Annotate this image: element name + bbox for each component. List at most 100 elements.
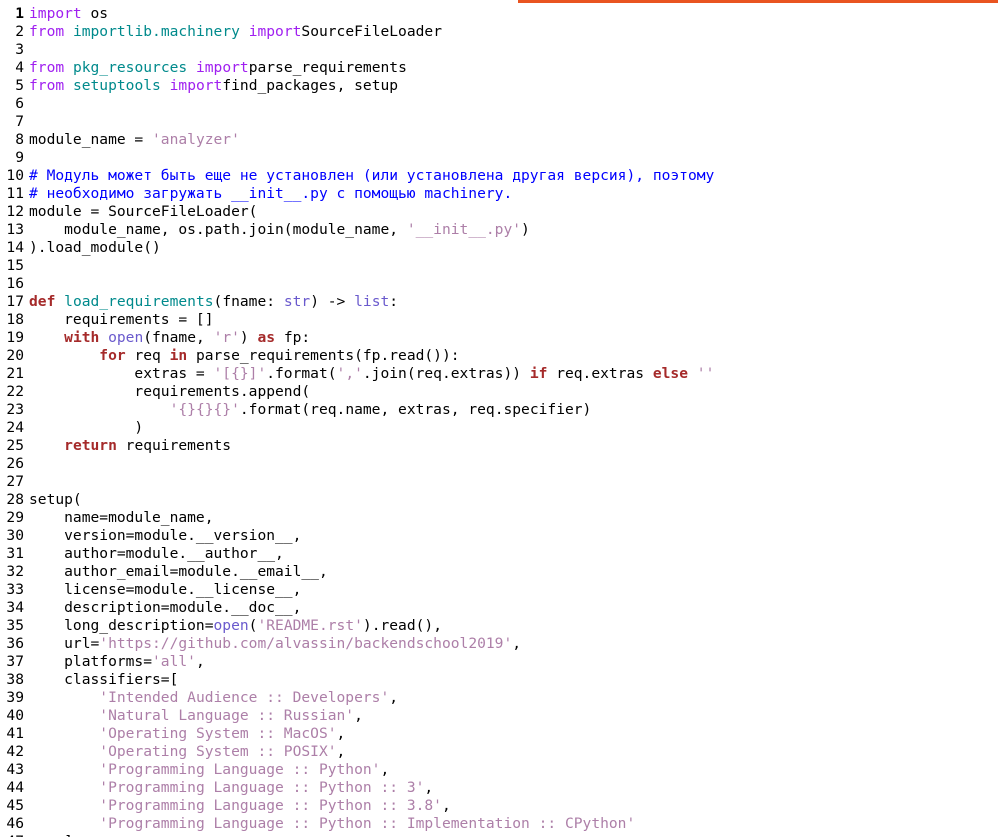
code-line[interactable]: 21 extras = '[{}]'.format(','.join(req.e… bbox=[0, 365, 998, 383]
code-token: req bbox=[125, 347, 170, 364]
code-text[interactable]: 'Programming Language :: Python :: Imple… bbox=[29, 815, 998, 833]
code-line[interactable]: 12 module = SourceFileLoader( bbox=[0, 203, 998, 221]
code-text[interactable]: module_name, os.path.join(module_name, '… bbox=[29, 221, 998, 239]
code-text[interactable]: '{}{}{}'.format(req.name, extras, req.sp… bbox=[29, 401, 998, 419]
code-text[interactable]: requirements.append( bbox=[29, 383, 998, 401]
code-line[interactable]: 44 'Programming Language :: Python :: 3'… bbox=[0, 779, 998, 797]
code-line[interactable]: 19 with open(fname, 'r') as fp: bbox=[0, 329, 998, 347]
code-text[interactable]: url='https://github.com/alvassin/backend… bbox=[29, 635, 998, 653]
code-line[interactable]: 38 classifiers=[ bbox=[0, 671, 998, 689]
code-line[interactable]: 24 ) bbox=[0, 419, 998, 437]
code-line[interactable]: 31 author=module.__author__, bbox=[0, 545, 998, 563]
code-text[interactable]: platforms='all', bbox=[29, 653, 998, 671]
code-line[interactable]: 37 platforms='all', bbox=[0, 653, 998, 671]
code-text[interactable]: # Модуль может быть еще не установлен (и… bbox=[29, 167, 998, 185]
code-text[interactable]: ) bbox=[29, 419, 998, 437]
code-text[interactable]: ).load_module() bbox=[29, 239, 998, 257]
code-text[interactable]: extras = '[{}]'.format(','.join(req.extr… bbox=[29, 365, 998, 383]
code-token: , bbox=[336, 725, 346, 742]
code-line[interactable]: 11 # необходимо загружать __init__.py с п… bbox=[0, 185, 998, 203]
code-text[interactable]: long_description=open('README.rst').read… bbox=[29, 617, 998, 635]
code-text[interactable]: 'Programming Language :: Python :: 3', bbox=[29, 779, 998, 797]
code-token: , bbox=[389, 689, 399, 706]
code-text[interactable]: return requirements bbox=[29, 437, 998, 455]
code-line[interactable]: 41 'Operating System :: MacOS', bbox=[0, 725, 998, 743]
code-text[interactable]: module = SourceFileLoader( bbox=[29, 203, 998, 221]
code-token: import bbox=[195, 59, 249, 76]
code-line[interactable]: 7 bbox=[0, 113, 998, 131]
code-text[interactable]: requirements = [] bbox=[29, 311, 998, 329]
code-text[interactable]: 'Operating System :: POSIX', bbox=[29, 743, 998, 761]
code-text[interactable]: 'Natural Language :: Russian', bbox=[29, 707, 998, 725]
code-line[interactable]: 23 '{}{}{}'.format(req.name, extras, req… bbox=[0, 401, 998, 419]
code-line[interactable]: 2 from importlib.machinery importSourceFi… bbox=[0, 23, 998, 41]
code-text[interactable]: 'Programming Language :: Python', bbox=[29, 761, 998, 779]
code-line[interactable]: 3 bbox=[0, 41, 998, 59]
code-text[interactable]: # необходимо загружать __init__.py с пом… bbox=[29, 185, 998, 203]
line-number: 16 bbox=[6, 275, 24, 292]
code-line[interactable]: 29 name=module_name, bbox=[0, 509, 998, 527]
code-token: .format( bbox=[266, 365, 337, 382]
line-number: 13 bbox=[6, 221, 24, 238]
code-line[interactable]: 4 from pkg_resources importparse_requirem… bbox=[0, 59, 998, 77]
code-line[interactable]: 20 for req in parse_requirements(fp.read… bbox=[0, 347, 998, 365]
code-text[interactable]: import os bbox=[29, 5, 998, 23]
code-line[interactable]: 36 url='https://github.com/alvassin/back… bbox=[0, 635, 998, 653]
code-line[interactable]: 15 bbox=[0, 257, 998, 275]
code-line[interactable]: 1 import os bbox=[0, 5, 998, 23]
code-text[interactable]: ], bbox=[29, 833, 998, 837]
code-text[interactable]: setup( bbox=[29, 491, 998, 509]
code-line[interactable]: 39 'Intended Audience :: Developers', bbox=[0, 689, 998, 707]
code-line[interactable]: 22 requirements.append( bbox=[0, 383, 998, 401]
code-text[interactable]: 'Intended Audience :: Developers', bbox=[29, 689, 998, 707]
code-line[interactable]: 9 bbox=[0, 149, 998, 167]
code-line[interactable]: 47 ], bbox=[0, 833, 998, 837]
code-line[interactable]: 25 return requirements bbox=[0, 437, 998, 455]
code-token: ',' bbox=[336, 365, 363, 382]
code-line[interactable]: 34 description=module.__doc__, bbox=[0, 599, 998, 617]
code-text[interactable]: description=module.__doc__, bbox=[29, 599, 998, 617]
code-line[interactable]: 14).load_module() bbox=[0, 239, 998, 257]
code-line[interactable]: 42 'Operating System :: POSIX', bbox=[0, 743, 998, 761]
code-text[interactable]: author=module.__author__, bbox=[29, 545, 998, 563]
code-text[interactable]: version=module.__version__, bbox=[29, 527, 998, 545]
code-token: parse_requirements(fp.read()): bbox=[187, 347, 460, 364]
code-line[interactable]: 43 'Programming Language :: Python', bbox=[0, 761, 998, 779]
code-line[interactable]: 8 module_name = 'analyzer' bbox=[0, 131, 998, 149]
code-line[interactable]: 18 requirements = [] bbox=[0, 311, 998, 329]
code-text[interactable]: for req in parse_requirements(fp.read())… bbox=[29, 347, 998, 365]
code-text[interactable]: classifiers=[ bbox=[29, 671, 998, 689]
code-text[interactable]: author_email=module.__email__, bbox=[29, 563, 998, 581]
code-text[interactable]: from pkg_resources importparse_requireme… bbox=[29, 59, 998, 77]
code-line[interactable]: 16 bbox=[0, 275, 998, 293]
code-text[interactable]: license=module.__license__, bbox=[29, 581, 998, 599]
code-line[interactable]: 27 bbox=[0, 473, 998, 491]
code-line[interactable]: 26 bbox=[0, 455, 998, 473]
code-text[interactable]: from importlib.machinery importSourceFil… bbox=[29, 23, 998, 41]
code-line[interactable]: 32 author_email=module.__email__, bbox=[0, 563, 998, 581]
code-editor[interactable]: 1 import os 2 from importlib.machinery impo… bbox=[0, 5, 998, 837]
code-text[interactable]: def load_requirements(fname: str) -> lis… bbox=[29, 293, 998, 311]
code-line[interactable]: 28 setup( bbox=[0, 491, 998, 509]
code-text[interactable]: from setuptools importfind_packages, set… bbox=[29, 77, 998, 95]
code-line[interactable]: 35 long_description=open('README.rst').r… bbox=[0, 617, 998, 635]
code-text[interactable]: with open(fname, 'r') as fp: bbox=[29, 329, 998, 347]
code-text[interactable]: 'Programming Language :: Python :: 3.8', bbox=[29, 797, 998, 815]
code-token: 'Programming Language :: Python :: Imple… bbox=[99, 815, 636, 832]
code-line[interactable]: 6 bbox=[0, 95, 998, 113]
code-line[interactable]: 30 version=module.__version__, bbox=[0, 527, 998, 545]
code-line[interactable]: 10 # Модуль может быть еще не установлен … bbox=[0, 167, 998, 185]
code-text[interactable]: name=module_name, bbox=[29, 509, 998, 527]
code-line[interactable]: 45 'Programming Language :: Python :: 3.… bbox=[0, 797, 998, 815]
code-line[interactable]: 17 def load_requirements(fname: str) -> l… bbox=[0, 293, 998, 311]
code-line[interactable]: 13 module_name, os.path.join(module_name… bbox=[0, 221, 998, 239]
code-text[interactable]: 'Operating System :: MacOS', bbox=[29, 725, 998, 743]
code-line[interactable]: 46 'Programming Language :: Python :: Im… bbox=[0, 815, 998, 833]
code-line[interactable]: 33 license=module.__license__, bbox=[0, 581, 998, 599]
code-text[interactable]: module_name = 'analyzer' bbox=[29, 131, 998, 149]
code-line[interactable]: 5 from setuptools importfind_packages, se… bbox=[0, 77, 998, 95]
code-line[interactable]: 40 'Natural Language :: Russian', bbox=[0, 707, 998, 725]
code-token: in bbox=[169, 347, 188, 364]
